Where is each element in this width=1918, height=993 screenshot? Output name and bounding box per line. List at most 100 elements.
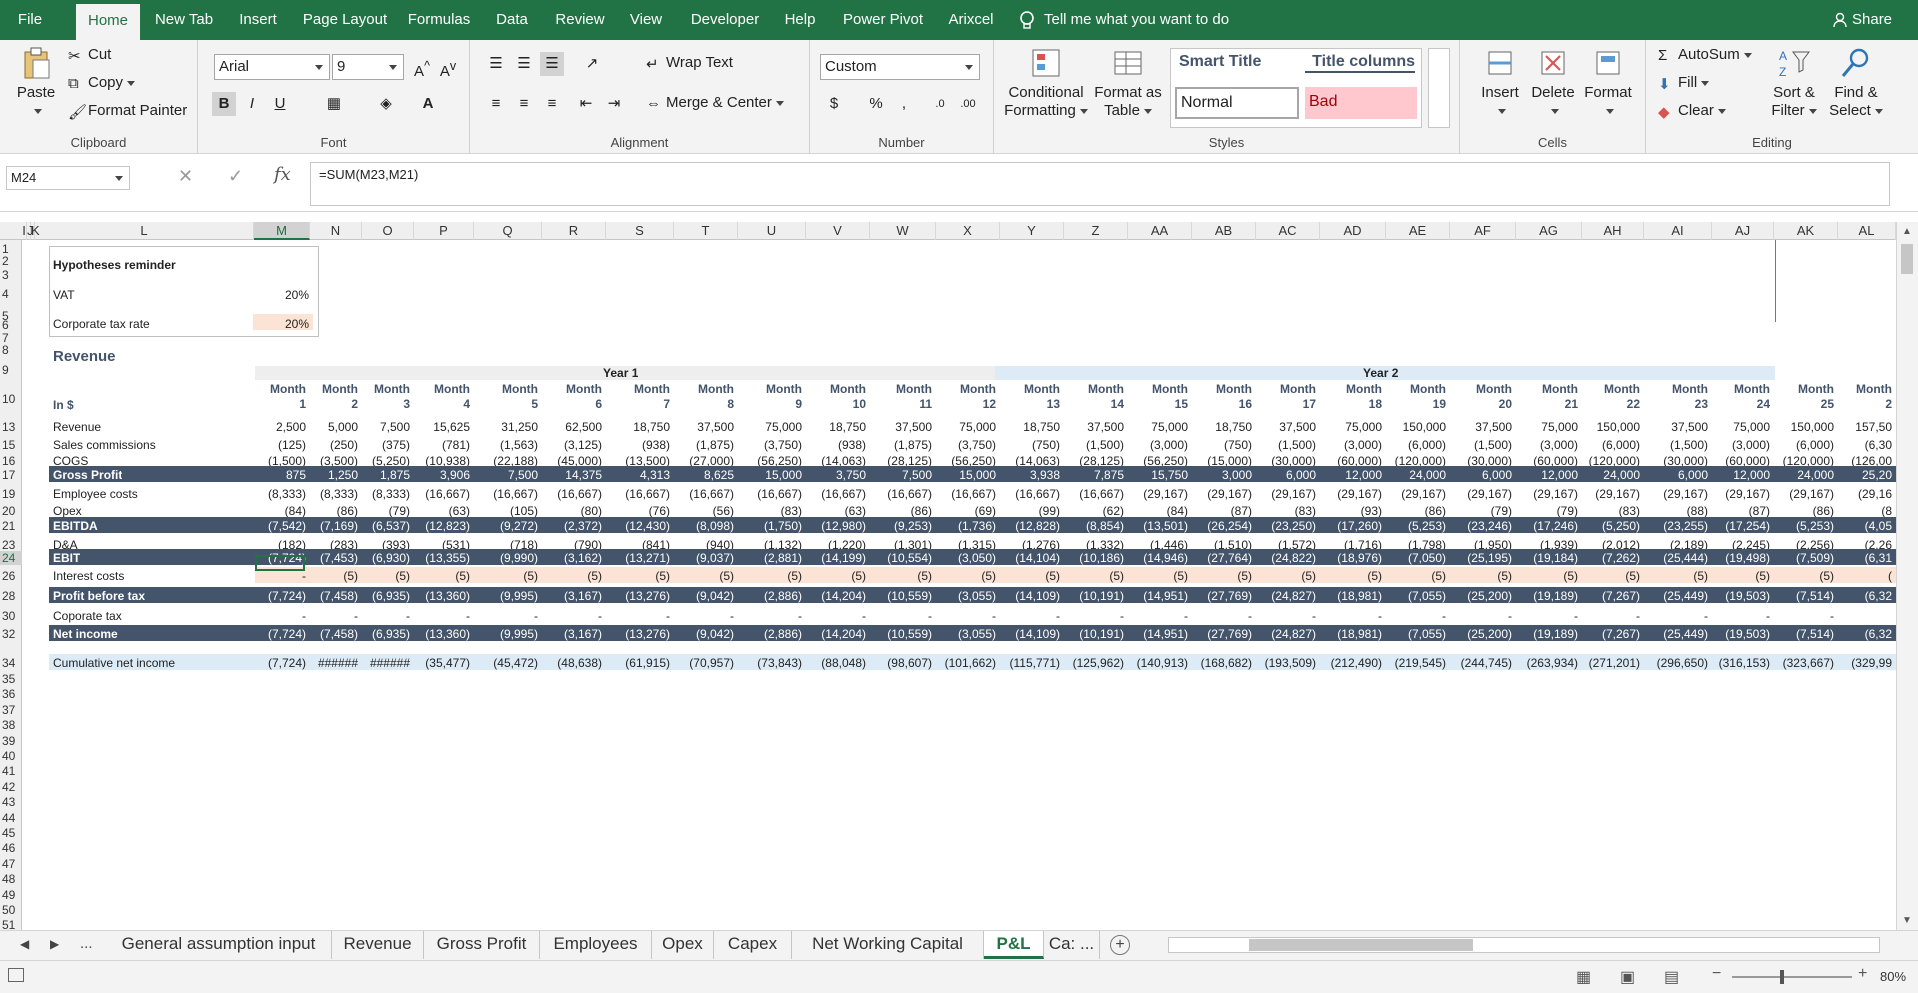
column-header[interactable]: R [542, 222, 606, 240]
value-cell[interactable]: 18,750 [1000, 420, 1060, 434]
font-size-select[interactable]: 9 [332, 54, 404, 80]
align-left-icon[interactable]: ≡ [484, 92, 508, 116]
value-cell[interactable]: (12,430) [606, 519, 670, 533]
fill-button[interactable]: ⬇ Fill [1658, 74, 1710, 93]
row-header[interactable]: 48 [0, 872, 22, 886]
value-cell[interactable]: 1,875 [362, 468, 410, 482]
column-header[interactable]: S [606, 222, 674, 240]
value-cell[interactable]: (13,276) [606, 589, 670, 603]
value-cell[interactable]: - [1450, 609, 1512, 623]
value-cell[interactable]: (3,750) [936, 438, 996, 452]
orientation-icon[interactable]: ↗ [580, 52, 604, 76]
value-cell[interactable]: (27,764) [1192, 551, 1252, 565]
value-cell[interactable]: (25,200) [1450, 627, 1512, 641]
value-cell[interactable]: (29,167) [1320, 487, 1382, 501]
value-cell[interactable]: (86) [870, 504, 932, 518]
align-center-icon[interactable]: ≡ [512, 92, 536, 116]
value-cell[interactable]: ###### [310, 656, 358, 670]
align-bottom-icon[interactable]: ☰ [540, 52, 564, 76]
value-cell[interactable]: (3,125) [542, 438, 602, 452]
value-cell[interactable]: - [870, 609, 932, 623]
value-cell[interactable]: (63) [414, 504, 470, 518]
vertical-scrollbar[interactable]: ▲ ▼ [1896, 222, 1918, 930]
active-cell[interactable] [255, 555, 305, 571]
tab-power-pivot[interactable]: Power Pivot [838, 0, 928, 40]
value-cell[interactable]: (6,000) [1386, 438, 1446, 452]
align-right-icon[interactable]: ≡ [540, 92, 564, 116]
value-cell[interactable]: (5,253) [1774, 519, 1834, 533]
value-cell[interactable]: (79) [1516, 504, 1578, 518]
row-header[interactable]: 39 [0, 734, 22, 748]
value-cell[interactable]: (3,055) [936, 589, 996, 603]
increase-indent-icon[interactable]: ⇥ [602, 92, 626, 116]
value-cell[interactable]: (6,000) [1582, 438, 1640, 452]
value-cell[interactable]: (5) [806, 569, 866, 583]
row-header[interactable]: 28 [0, 589, 22, 603]
number-format-select[interactable]: Custom [820, 54, 980, 80]
value-cell[interactable]: (25,449) [1644, 589, 1708, 603]
value-cell[interactable]: 14,375 [542, 468, 602, 482]
value-cell[interactable]: (271,201) [1582, 656, 1640, 670]
name-box[interactable]: M24 [6, 166, 130, 190]
underline-button[interactable]: U [268, 92, 292, 116]
value-cell[interactable]: (1,563) [474, 438, 538, 452]
value-cell[interactable]: 3,000 [1192, 468, 1252, 482]
value-cell[interactable]: (17,246) [1516, 519, 1578, 533]
enter-icon[interactable]: ✓ [228, 166, 243, 187]
sheet-tab[interactable]: General assumption input [106, 931, 332, 959]
row-header[interactable]: 44 [0, 811, 22, 825]
value-cell[interactable]: - [254, 609, 306, 623]
value-cell[interactable]: (6,32 [1838, 627, 1892, 641]
scroll-down-icon[interactable]: ▼ [1902, 915, 1912, 926]
value-cell[interactable]: (29,167) [1644, 487, 1708, 501]
value-cell[interactable]: (9,995) [474, 627, 538, 641]
value-cell[interactable]: (5) [870, 569, 932, 583]
increase-font-icon[interactable]: A^ [410, 54, 434, 80]
column-header[interactable]: AH [1582, 222, 1644, 240]
row-header[interactable]: 38 [0, 718, 22, 732]
value-cell[interactable]: (88) [1644, 504, 1708, 518]
value-cell[interactable]: 37,500 [1644, 420, 1708, 434]
value-cell[interactable]: (84) [254, 504, 306, 518]
h-scroll-thumb[interactable] [1249, 939, 1473, 951]
value-cell[interactable]: (2,886) [738, 589, 802, 603]
function-icon[interactable]: fx [274, 164, 291, 185]
value-cell[interactable]: (25,444) [1644, 551, 1708, 565]
value-cell[interactable]: - [1192, 609, 1252, 623]
value-cell[interactable]: (1,500) [1064, 438, 1124, 452]
value-cell[interactable]: (26,254) [1192, 519, 1252, 533]
value-cell[interactable]: (87) [1712, 504, 1770, 518]
value-cell[interactable]: (12,828) [1000, 519, 1060, 533]
value-cell[interactable]: (27,769) [1192, 627, 1252, 641]
value-cell[interactable]: (7,514) [1774, 589, 1834, 603]
value-cell[interactable]: - [1128, 609, 1188, 623]
borders-icon[interactable]: ▦ [322, 92, 346, 116]
align-middle-icon[interactable]: ☰ [512, 52, 536, 76]
worksheet-grid[interactable]: Hypotheses reminder VAT 20% Corporate ta… [23, 240, 1896, 930]
comma-button[interactable]: , [892, 92, 916, 116]
conditional-formatting-button[interactable]: Conditional Formatting [1004, 46, 1088, 120]
column-header[interactable]: Q [474, 222, 542, 240]
scroll-thumb[interactable] [1901, 244, 1913, 274]
value-cell[interactable]: 24,000 [1386, 468, 1446, 482]
value-cell[interactable]: (250) [310, 438, 358, 452]
value-cell[interactable]: (6,32 [1838, 589, 1892, 603]
value-cell[interactable]: (17,254) [1712, 519, 1770, 533]
copy-button[interactable]: ⧉ Copy [68, 74, 136, 92]
value-cell[interactable]: (750) [1000, 438, 1060, 452]
row-header[interactable]: 23 [0, 538, 22, 552]
column-header[interactable]: L [35, 222, 254, 240]
value-cell[interactable]: (16,667) [542, 487, 602, 501]
value-cell[interactable]: (6,930) [362, 551, 410, 565]
value-cell[interactable]: (7,458) [310, 589, 358, 603]
value-cell[interactable]: (6,31 [1838, 551, 1892, 565]
value-cell[interactable]: (83) [1582, 504, 1640, 518]
value-cell[interactable]: (76) [606, 504, 670, 518]
value-cell[interactable]: 37,500 [1256, 420, 1316, 434]
value-cell[interactable]: (14,951) [1128, 627, 1188, 641]
value-cell[interactable]: (25,449) [1644, 627, 1708, 641]
column-header[interactable]: AL [1838, 222, 1896, 240]
value-cell[interactable]: (61,915) [606, 656, 670, 670]
value-cell[interactable]: (18,976) [1320, 551, 1382, 565]
value-cell[interactable]: (9,042) [674, 589, 734, 603]
